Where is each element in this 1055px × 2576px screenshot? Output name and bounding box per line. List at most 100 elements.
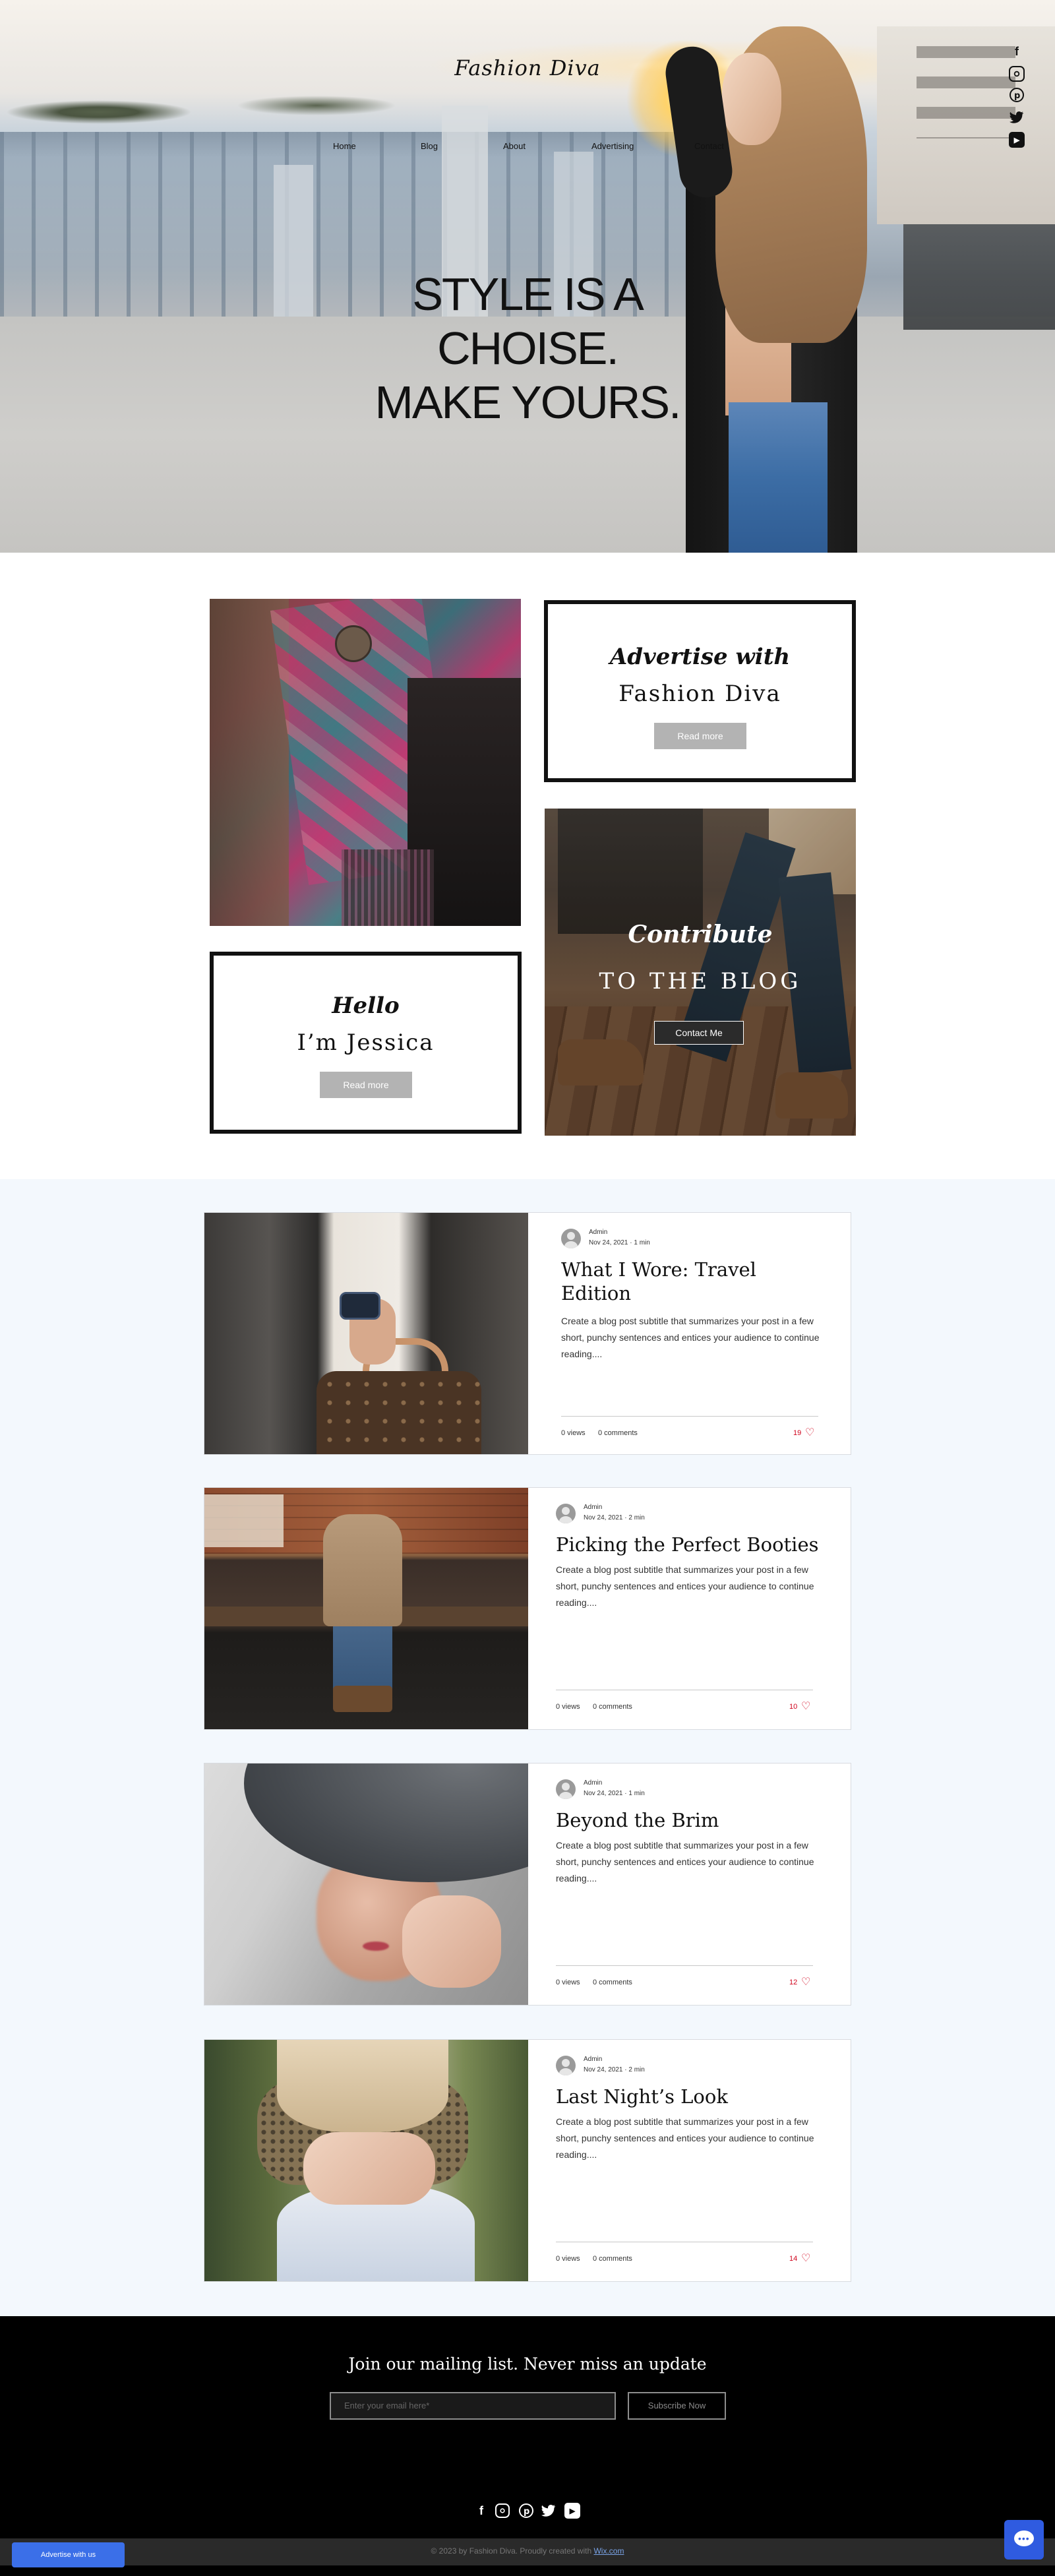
footer-social-bar: f p ▶: [473, 2503, 582, 2519]
post-views: 0 views: [556, 1978, 580, 1986]
nav-advertising[interactable]: Advertising: [591, 141, 634, 151]
nav-contact[interactable]: Contact: [694, 141, 724, 151]
post-card[interactable]: Admin Nov 24, 2021 · 1 min Beyond the Br…: [204, 1763, 851, 2006]
twitter-icon[interactable]: [1009, 109, 1025, 125]
advertise-with-us-button[interactable]: Advertise with us: [12, 2542, 125, 2567]
hello-title: I’m Jessica: [297, 1029, 435, 1056]
post-card[interactable]: Admin Nov 24, 2021 · 2 min Picking the P…: [204, 1487, 851, 1730]
post-image[interactable]: [204, 2040, 528, 2281]
post-title[interactable]: Picking the Perfect Booties: [556, 1533, 833, 1556]
post-read-time: 1 min: [628, 1790, 645, 1797]
post-comments[interactable]: 0 comments: [593, 1978, 632, 1986]
advertise-card: Advertise with Fashion Diva Read more: [544, 600, 856, 782]
post-description: Create a blog post subtitle that summari…: [556, 1564, 814, 1608]
pinterest-icon[interactable]: p: [518, 2503, 534, 2519]
post-author[interactable]: Admin: [584, 1779, 602, 1787]
social-bar: f p ▶: [1009, 44, 1029, 149]
post-card[interactable]: Admin Nov 24, 2021 · 2 min Last Night’s …: [204, 2039, 851, 2282]
post-meta: Nov 24, 2021 · 1 min: [589, 1239, 650, 1246]
chat-dots-icon: •••: [1018, 2533, 1030, 2544]
post-author[interactable]: Admin: [589, 1229, 607, 1236]
post-meta: Nov 24, 2021 · 2 min: [584, 1514, 645, 1521]
photo-detail: [340, 1292, 380, 1320]
contribute-script-heading: Contribute: [628, 921, 773, 948]
photo-detail: [333, 1686, 392, 1712]
instagram-icon[interactable]: [1009, 66, 1025, 82]
hello-read-more-button[interactable]: Read more: [320, 1072, 412, 1098]
photo-detail: [303, 2132, 435, 2205]
hero-banner: Fashion Diva Home Blog About Advertising…: [0, 0, 1055, 553]
advertise-read-more-button[interactable]: Read more: [654, 723, 746, 749]
hero-headline: STYLE IS A CHOISE. MAKE YOURS.: [330, 267, 725, 429]
like-heart-icon[interactable]: ♡: [805, 1428, 817, 1438]
wix-link[interactable]: Wix.com: [593, 2546, 624, 2556]
avatar[interactable]: [556, 1779, 576, 1799]
site-logo[interactable]: Fashion Diva: [396, 55, 659, 80]
post-views: 0 views: [556, 2255, 580, 2263]
like-heart-icon[interactable]: ♡: [801, 1977, 813, 1988]
photo-detail: [244, 1763, 528, 1882]
post-description: Create a blog post subtitle that summari…: [561, 1316, 820, 1359]
contribute-title: TO THE BLOG: [599, 968, 802, 995]
email-field[interactable]: Enter your email here*: [330, 2392, 616, 2420]
twitter-icon[interactable]: [541, 2503, 557, 2519]
post-title[interactable]: Last Night’s Look: [556, 2085, 826, 2108]
photo-detail: [363, 1942, 389, 1951]
post-image[interactable]: [204, 1488, 528, 1729]
post-comments[interactable]: 0 comments: [593, 2255, 632, 2263]
hero-headline-line: STYLE IS A: [412, 268, 644, 320]
nav-about[interactable]: About: [503, 141, 526, 151]
post-title[interactable]: Beyond the Brim: [556, 1808, 826, 1832]
hello-script-heading: Hello: [332, 993, 400, 1019]
post-comments[interactable]: 0 comments: [598, 1429, 638, 1437]
post-body: Admin Nov 24, 2021 · 1 min What I Wore: …: [528, 1213, 851, 1454]
post-body: Admin Nov 24, 2021 · 1 min Beyond the Br…: [528, 1763, 851, 2005]
post-likes-count: 10: [789, 1703, 798, 1711]
post-author[interactable]: Admin: [584, 2056, 602, 2063]
youtube-icon[interactable]: ▶: [1009, 132, 1025, 148]
nav-home[interactable]: Home: [333, 141, 356, 151]
mailing-list-footer: Join our mailing list. Never miss an upd…: [0, 2316, 1055, 2576]
post-author[interactable]: Admin: [584, 1504, 602, 1511]
blog-posts-section: Admin Nov 24, 2021 · 1 min What I Wore: …: [0, 1179, 1055, 2316]
contribute-card: Contribute TO THE BLOG Contact Me: [545, 809, 856, 1136]
post-body: Admin Nov 24, 2021 · 2 min Picking the P…: [528, 1488, 851, 1729]
youtube-icon[interactable]: ▶: [564, 2503, 580, 2519]
advertise-title: Fashion Diva: [618, 681, 781, 707]
post-meta: Nov 24, 2021 · 2 min: [584, 2066, 645, 2073]
photo-detail: [204, 1494, 284, 1547]
post-date: Nov 24, 2021: [589, 1239, 628, 1246]
copyright-text: © 2023 by Fashion Diva. Proudly created …: [0, 2546, 1055, 2556]
like-heart-icon[interactable]: ♡: [801, 2254, 813, 2264]
like-heart-icon[interactable]: ♡: [801, 1702, 813, 1712]
post-body: Admin Nov 24, 2021 · 2 min Last Night’s …: [528, 2040, 851, 2281]
instagram-icon[interactable]: [495, 2503, 510, 2518]
facebook-icon[interactable]: f: [1009, 44, 1025, 59]
pinterest-icon[interactable]: p: [1009, 87, 1025, 103]
subscribe-button[interactable]: Subscribe Now: [628, 2392, 726, 2420]
post-image[interactable]: [204, 1213, 528, 1454]
post-image[interactable]: [204, 1763, 528, 2005]
hero-model-jeans: [729, 402, 828, 553]
svg-text:p: p: [524, 2507, 529, 2517]
facebook-icon[interactable]: f: [473, 2503, 489, 2519]
hero-shadow: [903, 224, 1055, 330]
hero-pillar: [274, 165, 313, 317]
copyright-label: © 2023 by Fashion Diva. Proudly created …: [431, 2546, 592, 2556]
hero-headline-line: MAKE YOURS.: [375, 377, 682, 428]
post-read-time: 2 min: [628, 2066, 645, 2073]
contact-me-button[interactable]: Contact Me: [654, 1021, 744, 1045]
chat-button[interactable]: •••: [1004, 2520, 1044, 2560]
avatar[interactable]: [561, 1229, 581, 1248]
post-card[interactable]: Admin Nov 24, 2021 · 1 min What I Wore: …: [204, 1212, 851, 1455]
post-title[interactable]: What I Wore: Travel Edition: [561, 1258, 831, 1305]
post-divider: [561, 1416, 818, 1417]
svg-text:p: p: [1014, 91, 1020, 101]
avatar[interactable]: [556, 2056, 576, 2075]
post-likes-count: 12: [789, 1978, 798, 1986]
post-comments[interactable]: 0 comments: [593, 1703, 632, 1711]
avatar[interactable]: [556, 1504, 576, 1523]
photo-detail: [316, 1371, 481, 1454]
post-date: Nov 24, 2021: [584, 2066, 623, 2073]
nav-blog[interactable]: Blog: [421, 141, 438, 151]
